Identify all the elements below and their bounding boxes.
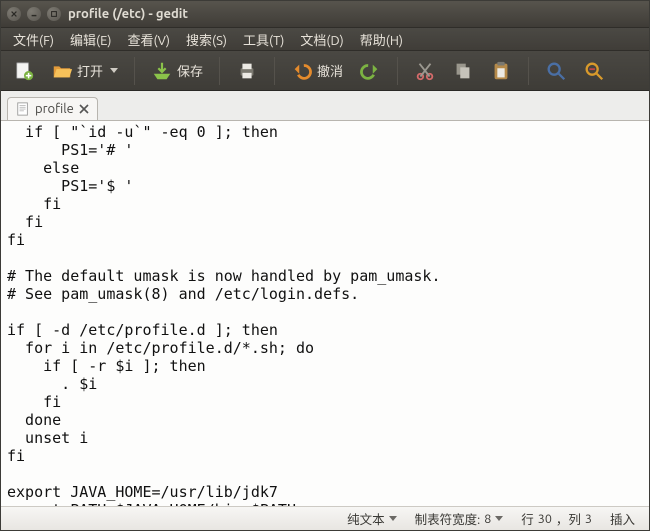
open-button[interactable]: 打开: [47, 57, 122, 85]
undo-icon: [291, 60, 313, 82]
titlebar: profile (/etc) - gedit: [1, 1, 649, 27]
cut-icon: [414, 60, 436, 82]
redo-button[interactable]: [355, 57, 385, 85]
toolbar-separator: [134, 57, 135, 85]
menu-help[interactable]: 帮助(H): [354, 28, 409, 51]
editor-content: if [ "`id -u`" -eq 0 ]; then PS1='# ' el…: [1, 121, 649, 506]
tabwidth-selector[interactable]: 制表符宽度: 8: [415, 509, 504, 528]
find-replace-button[interactable]: [579, 57, 609, 85]
syntax-label: 纯文本: [347, 509, 385, 528]
tabbar: profile: [1, 91, 649, 121]
search-icon: [545, 60, 567, 82]
toolbar-separator: [397, 57, 398, 85]
paste-icon: [490, 60, 512, 82]
find-button[interactable]: [541, 57, 571, 85]
toolbar-separator: [219, 57, 220, 85]
menubar: 文件(F) 编辑(E) 查看(V) 搜索(S) 工具(T) 文档(D) 帮助(H…: [1, 27, 649, 51]
tabwidth-value: 8: [484, 512, 491, 526]
print-icon: [236, 60, 258, 82]
menu-tools[interactable]: 工具(T): [237, 28, 290, 51]
menu-search[interactable]: 搜索(S): [180, 28, 233, 51]
mode-label: 插入: [610, 509, 635, 528]
cut-button[interactable]: [410, 57, 440, 85]
cursor-position: 行 30 ，列 3: [521, 509, 592, 528]
line-value: 30: [538, 512, 552, 526]
col-value: 3: [585, 512, 592, 526]
col-label: ，列: [556, 509, 581, 528]
document-tab[interactable]: profile: [7, 97, 98, 120]
toolbar: 打开 保存 撤消: [1, 51, 649, 91]
open-folder-icon: [51, 60, 73, 82]
tab-close-icon[interactable]: [79, 104, 89, 114]
open-label: 打开: [77, 61, 103, 80]
undo-button[interactable]: 撤消: [287, 57, 347, 85]
menu-documents[interactable]: 文档(D): [294, 28, 349, 51]
undo-label: 撤消: [317, 61, 343, 80]
chevron-down-icon: [495, 516, 503, 521]
print-button[interactable]: [232, 57, 262, 85]
window-controls: [7, 7, 61, 21]
menu-view[interactable]: 查看(V): [122, 28, 176, 51]
toolbar-separator: [274, 57, 275, 85]
close-icon: [10, 10, 18, 18]
open-dropdown-arrow-icon: [110, 68, 118, 73]
insert-mode: 插入: [610, 509, 635, 528]
paste-button[interactable]: [486, 57, 516, 85]
copy-icon: [452, 60, 474, 82]
chevron-down-icon: [389, 516, 397, 521]
line-label: 行: [521, 509, 534, 528]
maximize-window-button[interactable]: [47, 7, 61, 21]
new-file-icon: [13, 60, 35, 82]
window-title: profile (/etc) - gedit: [68, 7, 188, 21]
close-window-button[interactable]: [7, 7, 21, 21]
find-replace-icon: [583, 60, 605, 82]
tabwidth-label: 制表符宽度:: [415, 509, 481, 528]
save-icon: [151, 60, 173, 82]
new-document-button[interactable]: [9, 57, 39, 85]
gedit-window: profile (/etc) - gedit 文件(F) 编辑(E) 查看(V)…: [0, 0, 650, 531]
menu-file[interactable]: 文件(F): [7, 28, 60, 51]
tab-label: profile: [35, 102, 74, 116]
save-button[interactable]: 保存: [147, 57, 207, 85]
copy-button[interactable]: [448, 57, 478, 85]
save-label: 保存: [177, 61, 203, 80]
minimize-icon: [30, 10, 38, 18]
redo-icon: [359, 60, 381, 82]
editor-area[interactable]: if [ "`id -u`" -eq 0 ]; then PS1='# ' el…: [1, 121, 649, 506]
syntax-selector[interactable]: 纯文本: [347, 509, 397, 528]
minimize-window-button[interactable]: [27, 7, 41, 21]
toolbar-separator: [528, 57, 529, 85]
menu-edit[interactable]: 编辑(E): [64, 28, 117, 51]
maximize-icon: [50, 10, 58, 18]
statusbar: 纯文本 制表符宽度: 8 行 30 ，列 3 插入: [1, 506, 649, 530]
document-icon: [16, 102, 30, 116]
